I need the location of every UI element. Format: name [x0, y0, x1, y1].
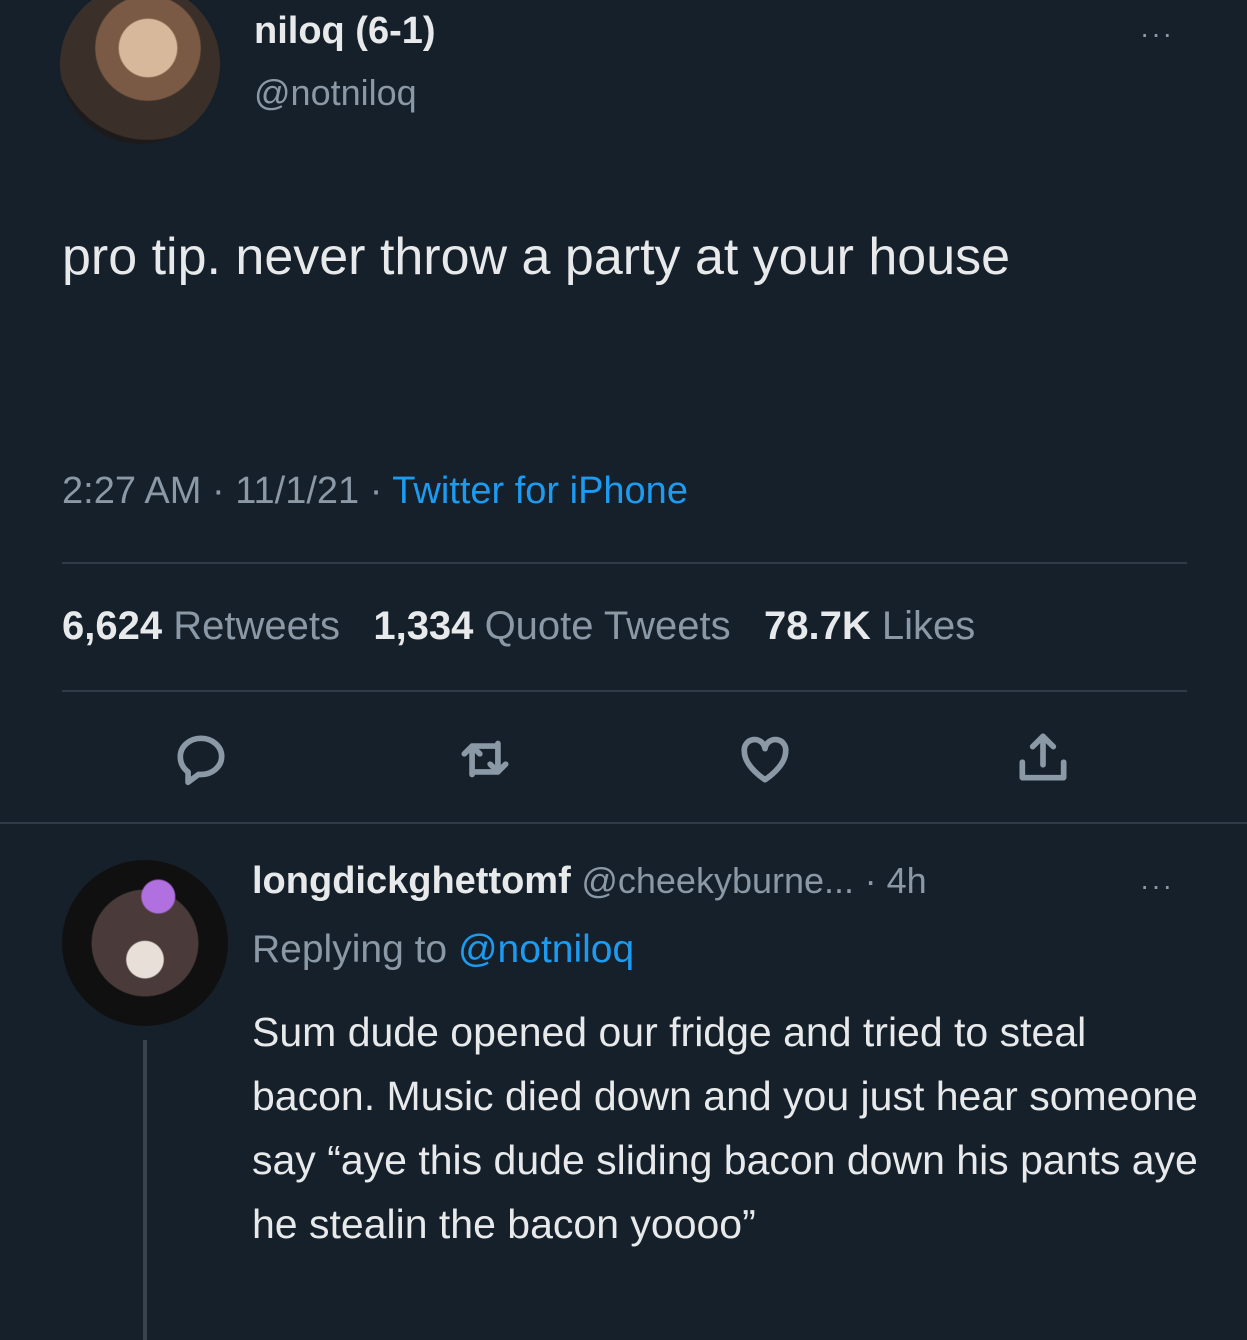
reply-text: Sum dude opened our fridge and tried to … [252, 1009, 1198, 1247]
replying-to-label: Replying to [252, 928, 448, 971]
divider [0, 822, 1247, 824]
likes-stat[interactable]: 78.7K Likes [764, 604, 975, 648]
quotes-count: 1,334 [373, 604, 474, 648]
tweet-source-link[interactable]: Twitter for iPhone [392, 470, 688, 512]
quotes-stat[interactable]: 1,334 Quote Tweets [373, 604, 730, 648]
author-avatar[interactable] [60, 0, 220, 144]
retweets-stat[interactable]: 6,624 Retweets [62, 604, 340, 648]
likes-count: 78.7K [763, 604, 871, 648]
retweets-label: Retweets [173, 604, 340, 648]
tweet-meta: 2:27 AM · 11/1/21 · Twitter for iPhone [62, 470, 688, 512]
replying-to: Replying to @notniloq [252, 928, 634, 972]
replying-to-handle[interactable]: @notniloq [458, 928, 634, 971]
divider [62, 690, 1187, 692]
retweets-count: 6,624 [62, 604, 163, 648]
author-handle[interactable]: @notniloq [254, 72, 417, 114]
quotes-label: Quote Tweets [484, 604, 731, 648]
author-display-name[interactable]: niloq (6-1) [254, 10, 436, 53]
reply-handle[interactable]: @cheekyburne... [581, 860, 854, 901]
tweet-stats: 6,624 Retweets 1,334 Quote Tweets 78.7K … [62, 604, 975, 649]
reply-header: longdickghettomf @cheekyburne... · 4h [252, 860, 927, 902]
divider [62, 562, 1187, 564]
retweet-icon[interactable] [454, 728, 516, 795]
like-icon[interactable] [734, 728, 796, 795]
reply-age[interactable]: 4h [887, 860, 927, 901]
tweet-time: 2:27 AM [62, 470, 202, 512]
likes-label: Likes [881, 604, 976, 648]
reply-more-icon[interactable]: ··· [1140, 870, 1174, 902]
tweet-date: 11/1/21 [235, 470, 360, 512]
share-icon[interactable] [1012, 726, 1074, 793]
reply-author-avatar[interactable] [62, 860, 228, 1026]
reply-display-name[interactable]: longdickghettomf [252, 860, 571, 902]
reply-icon[interactable] [170, 728, 232, 795]
tweet-more-icon[interactable]: ··· [1140, 18, 1174, 50]
thread-line [143, 1040, 147, 1340]
tweet-text: pro tip. never throw a party at your hou… [62, 228, 1011, 286]
